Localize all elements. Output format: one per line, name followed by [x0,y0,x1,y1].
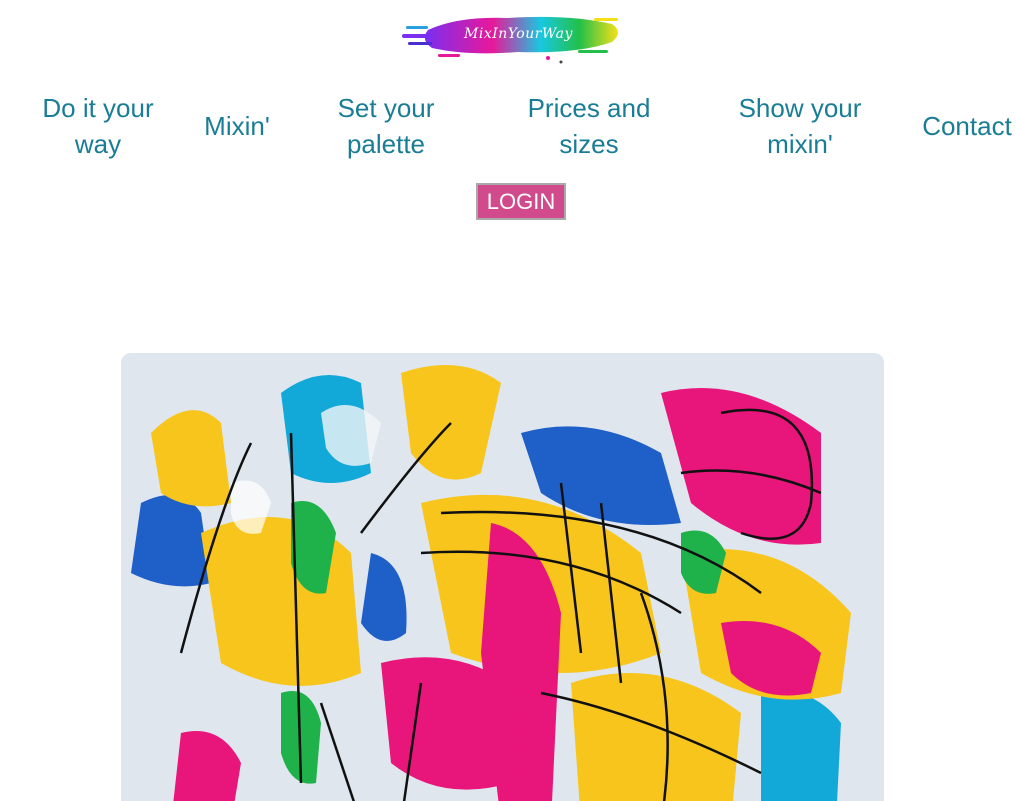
logo[interactable]: MixInYourWay [398,10,626,66]
nav-item-mixin[interactable]: Mixin' [196,108,278,144]
nav-item-label: sizes [559,129,619,159]
hero-image [121,353,884,801]
nav-item-label: Contact [922,111,1012,141]
nav-item-label: palette [346,129,426,159]
nav-item-label: Show your [738,93,862,123]
nav-item-set-your-palette[interactable]: Set your palette [330,90,442,162]
logo-text: MixInYourWay [464,26,573,42]
nav-item-show-your-mixin[interactable]: Show your mixin' [734,90,866,162]
nav-item-contact[interactable]: Contact [918,108,1016,144]
nav-item-label: Prices and [527,93,651,123]
nav-item-label: Mixin' [204,111,270,141]
nav-item-label: way [74,129,122,159]
nav-item-do-it-your-way[interactable]: Do it your way [36,90,160,162]
page: MixInYourWay Do it your way Mixin' Set y… [0,0,1016,801]
abstract-paint-image [121,353,884,801]
main-nav: Do it your way Mixin' Set your palette P… [0,90,1016,170]
nav-item-label: Set your [337,93,435,123]
nav-item-prices-and-sizes[interactable]: Prices and sizes [522,90,656,162]
nav-item-label: Do it your [42,93,154,123]
nav-item-label: mixin' [767,129,833,159]
login-button[interactable]: LOGIN [476,183,566,220]
